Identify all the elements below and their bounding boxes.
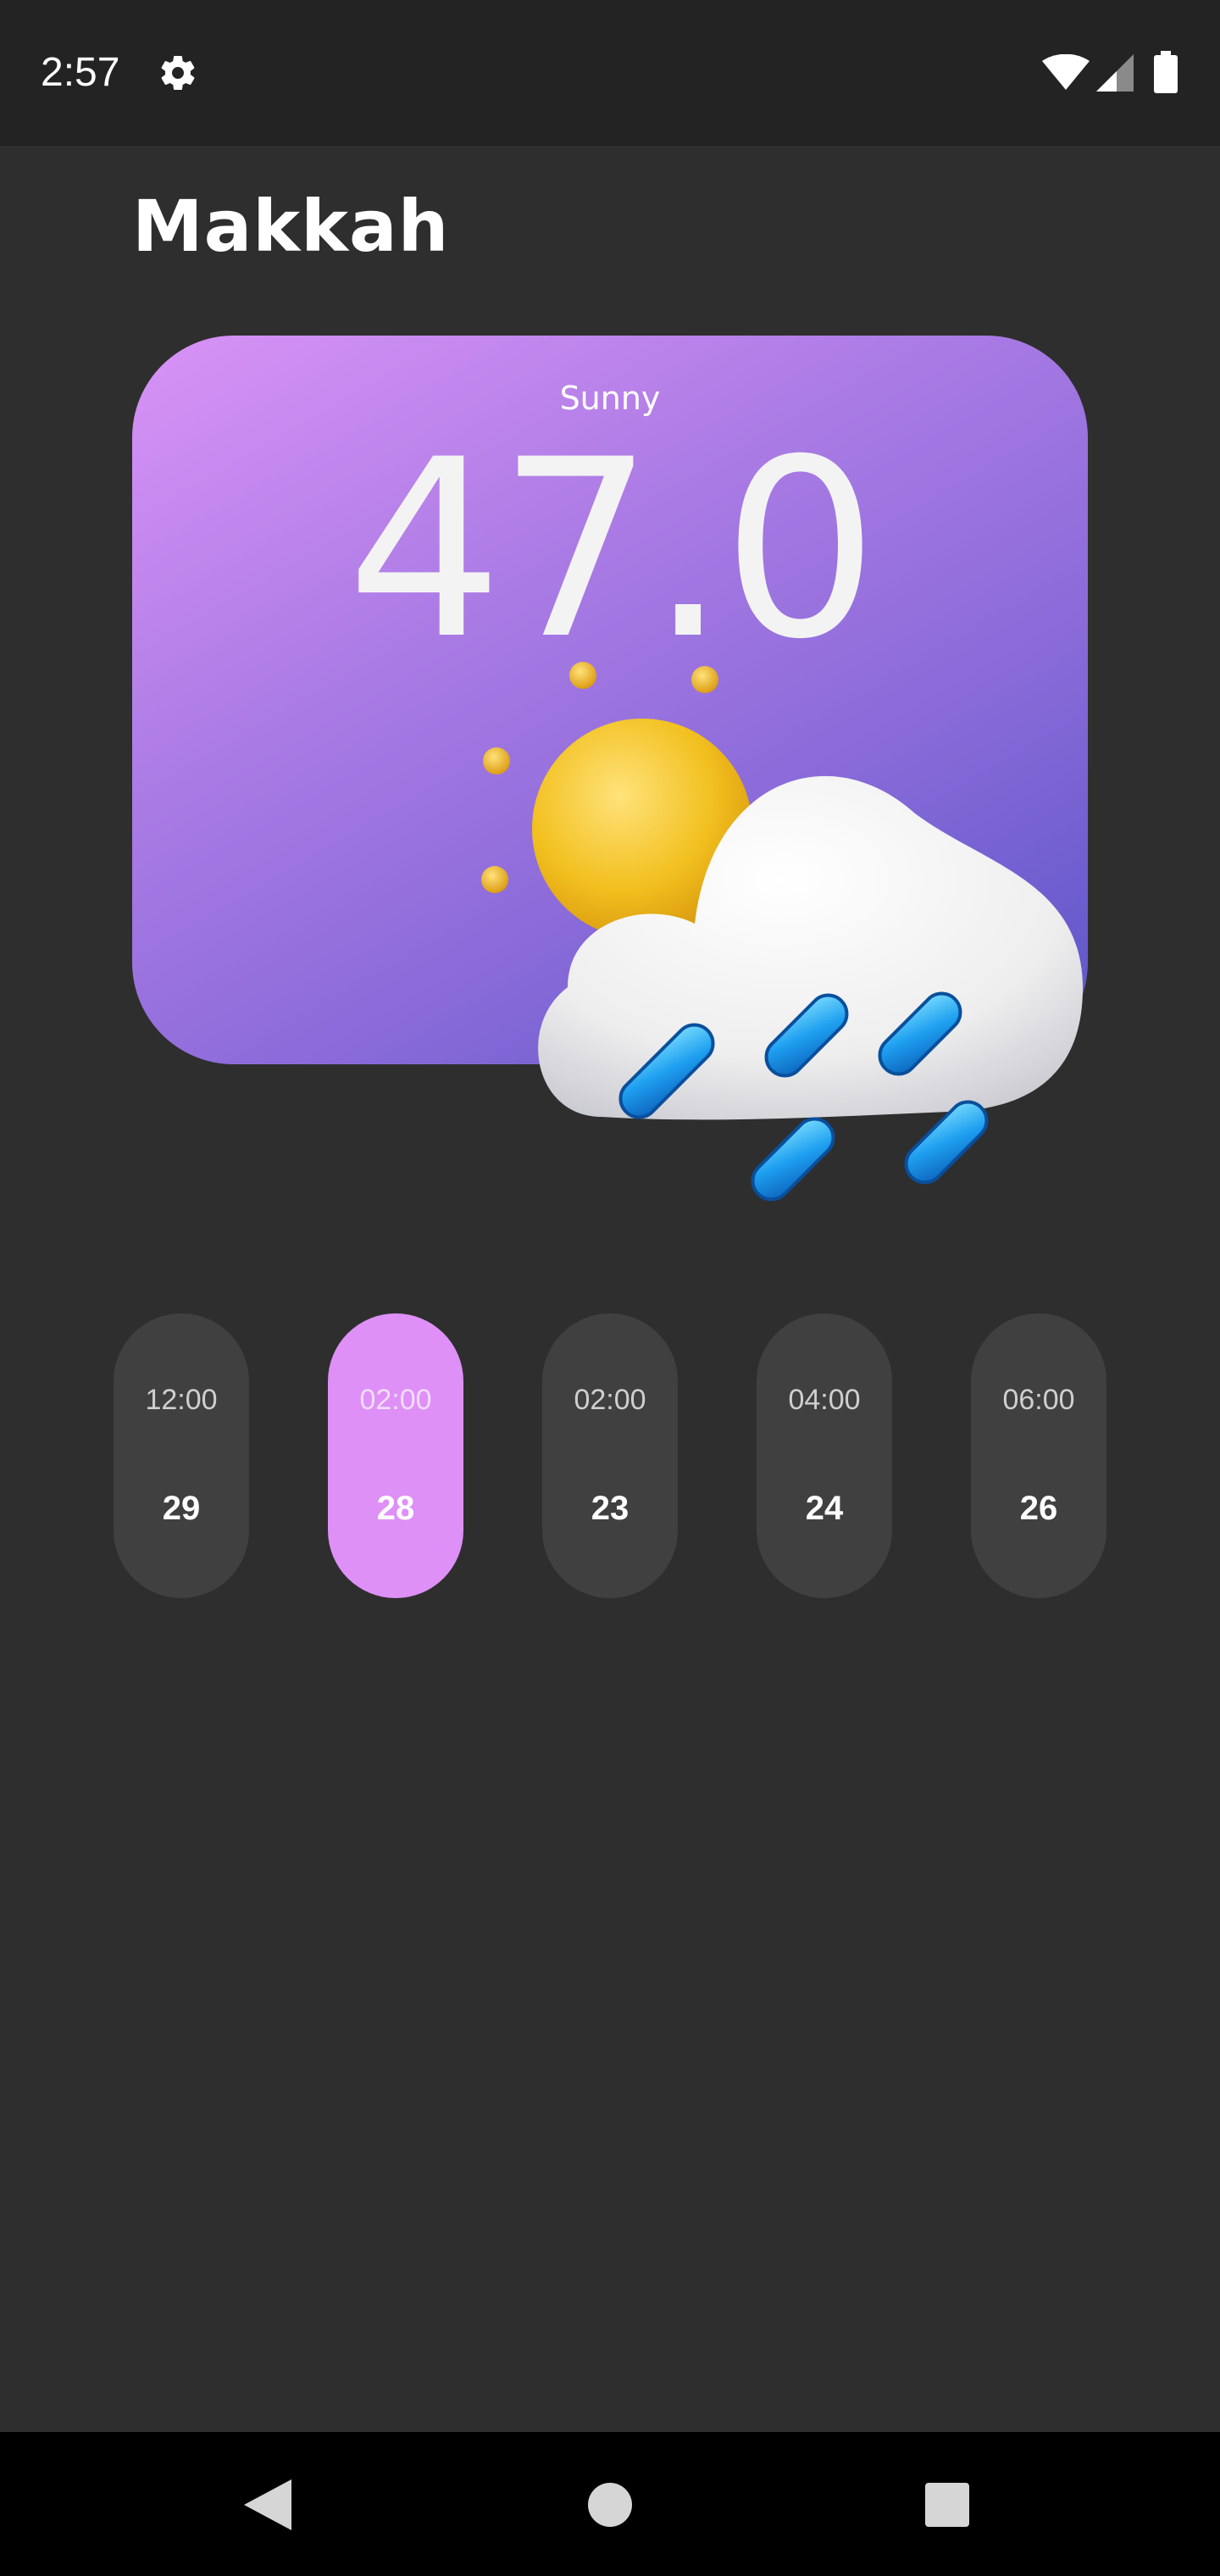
hour-time: 02:00: [359, 1384, 432, 1416]
recents-icon[interactable]: [925, 2483, 969, 2527]
hour-time: 12:00: [145, 1384, 218, 1416]
hour-item-1200[interactable]: 12:00 29: [114, 1313, 249, 1598]
hour-item-0200-selected[interactable]: 02:00 28: [328, 1313, 463, 1598]
battery-icon: [1154, 51, 1178, 93]
status-bar: 2:57: [0, 0, 1220, 146]
current-temperature: 47.0: [347, 408, 879, 693]
hour-temp: 28: [376, 1490, 415, 1527]
hour-temp: 24: [805, 1490, 844, 1527]
gear-icon: [161, 56, 195, 91]
back-icon[interactable]: [244, 2479, 291, 2530]
hour-item-0200[interactable]: 02:00 23: [542, 1313, 678, 1598]
hour-time: 02:00: [574, 1384, 646, 1416]
hour-temp: 23: [591, 1490, 629, 1527]
hour-temp: 26: [1019, 1490, 1058, 1527]
signal-icon: [1096, 54, 1134, 92]
hour-time: 04:00: [788, 1384, 861, 1416]
home-icon[interactable]: [586, 2481, 634, 2529]
hour-item-0400[interactable]: 04:00 24: [757, 1313, 892, 1598]
sun-cloud-rain-icon: [481, 662, 1084, 1202]
hour-item-0600[interactable]: 06:00 26: [971, 1313, 1106, 1598]
wifi-icon: [1042, 54, 1090, 90]
city-title: Makkah: [132, 185, 450, 268]
status-time: 2:57: [41, 50, 120, 95]
hour-time: 06:00: [1002, 1384, 1075, 1416]
hour-temp: 29: [162, 1490, 201, 1527]
